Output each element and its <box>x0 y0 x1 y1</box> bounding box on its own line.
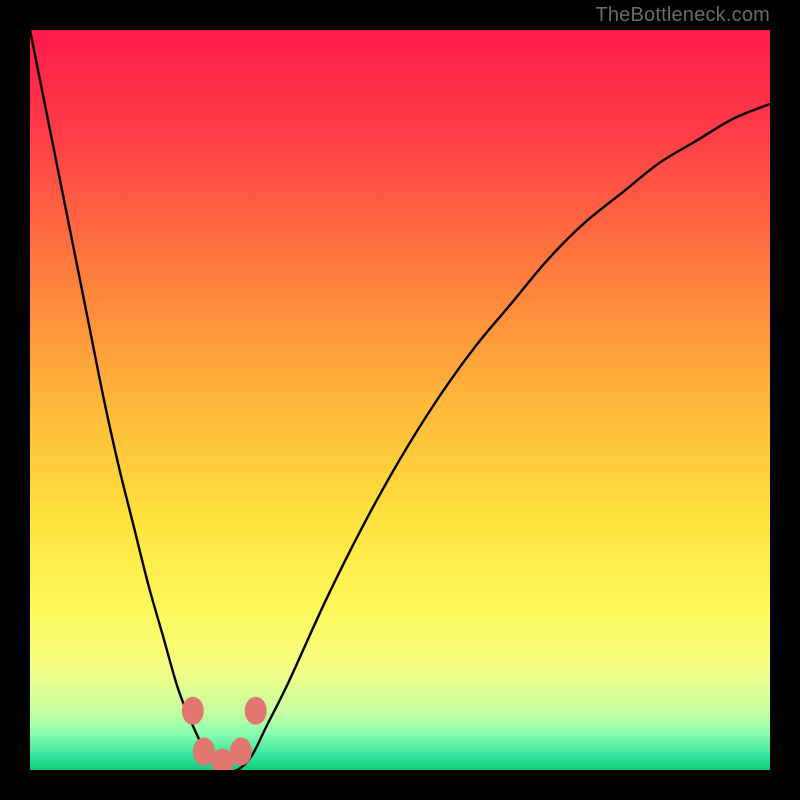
curve-marker <box>245 697 267 725</box>
chart-frame: TheBottleneck.com <box>0 0 800 800</box>
watermark-text: TheBottleneck.com <box>595 4 770 27</box>
curve-markers <box>182 697 267 770</box>
curve-marker <box>182 697 204 725</box>
plot-area <box>30 30 770 770</box>
curve-layer <box>30 30 770 770</box>
curve-marker <box>230 738 252 766</box>
bottleneck-curve <box>30 30 770 770</box>
